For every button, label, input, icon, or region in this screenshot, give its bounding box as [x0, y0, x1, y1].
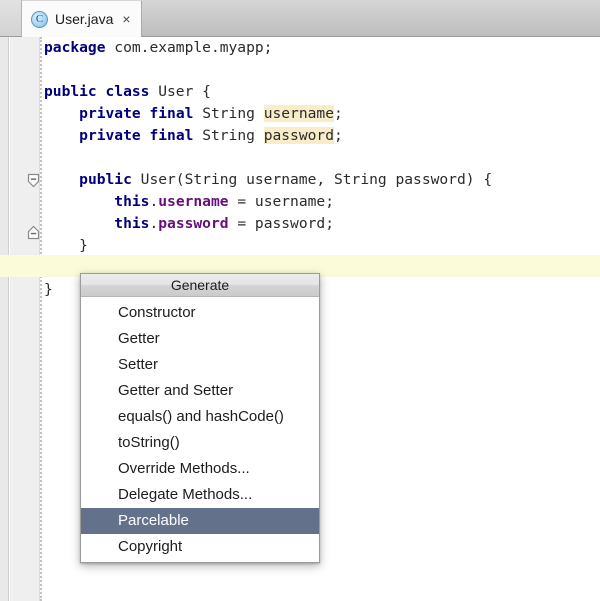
code-token-plain: ;: [334, 127, 343, 144]
generate-popup-list[interactable]: ConstructorGetterSetterGetter and Setter…: [81, 297, 319, 562]
code-line: this.password = password;: [44, 213, 600, 235]
editor-left-rail: [0, 37, 9, 601]
code-token-highlight: password: [264, 127, 334, 144]
generate-popup[interactable]: Generate ConstructorGetterSetterGetter a…: [80, 273, 320, 563]
generate-menu-item[interactable]: Copyright: [81, 534, 319, 560]
code-token-keyword: this: [114, 215, 149, 232]
generate-menu-item[interactable]: Parcelable: [81, 508, 319, 534]
code-line: private final String password;: [44, 125, 600, 147]
generate-menu-item[interactable]: Override Methods...: [81, 456, 319, 482]
generate-menu-item[interactable]: Setter: [81, 352, 319, 378]
code-token-keyword: final: [149, 127, 193, 144]
generate-menu-item[interactable]: Getter and Setter: [81, 378, 319, 404]
code-token-keyword: class: [106, 83, 150, 100]
code-token-plain: [44, 105, 79, 122]
generate-menu-item[interactable]: toString(): [81, 430, 319, 456]
java-class-icon: C: [31, 11, 48, 28]
code-token-keyword: private: [79, 127, 141, 144]
code-token-plain: }: [44, 281, 53, 298]
code-token-keyword: public: [79, 171, 132, 188]
code-token-plain: [44, 171, 79, 188]
generate-popup-title: Generate: [81, 274, 319, 297]
code-token-plain: = password;: [229, 215, 334, 232]
code-token-plain: com.example.myapp;: [106, 39, 273, 56]
code-token-highlight: username: [264, 105, 334, 122]
code-token-plain: User {: [149, 83, 211, 100]
code-token-plain: User(String username, String password) {: [132, 171, 492, 188]
code-token-plain: String: [193, 127, 263, 144]
code-line: private final String username;: [44, 103, 600, 125]
code-token-plain: [44, 215, 114, 232]
generate-menu-item[interactable]: Delegate Methods...: [81, 482, 319, 508]
code-token-plain: }: [44, 237, 88, 254]
code-token-plain: [44, 127, 79, 144]
code-token-keyword: final: [149, 105, 193, 122]
code-token-plain: ;: [334, 105, 343, 122]
code-token-keyword: package: [44, 39, 106, 56]
code-fold-guide-line: [40, 37, 42, 601]
code-line: this.username = username;: [44, 191, 600, 213]
tab-bar-left-strip: [0, 0, 22, 36]
close-icon[interactable]: ×: [122, 12, 130, 26]
code-line: [44, 147, 600, 169]
code-token-plain: .: [149, 215, 158, 232]
code-token-plain: = username;: [229, 193, 334, 210]
editor-tab-bar: C User.java ×: [0, 0, 600, 37]
code-line: }: [44, 235, 600, 257]
code-token-field: password: [158, 215, 228, 232]
generate-menu-item[interactable]: Constructor: [81, 300, 319, 326]
code-token-plain: String: [193, 105, 263, 122]
code-token-keyword: public: [44, 83, 97, 100]
editor-tab-label: User.java: [55, 11, 113, 27]
code-line: public class User {: [44, 81, 600, 103]
code-token-field: username: [158, 193, 228, 210]
generate-menu-item[interactable]: Getter: [81, 326, 319, 352]
generate-menu-item[interactable]: equals() and hashCode(): [81, 404, 319, 430]
code-token-keyword: private: [79, 105, 141, 122]
fold-collapse-end-icon[interactable]: [26, 225, 41, 240]
ide-window: C User.java × package com.example.myapp;…: [0, 0, 600, 601]
code-token-keyword: this: [114, 193, 149, 210]
editor-tab-user-java[interactable]: C User.java ×: [22, 1, 142, 37]
fold-collapse-expanded-icon[interactable]: [26, 173, 41, 188]
code-line: public User(String username, String pass…: [44, 169, 600, 191]
code-token-plain: [44, 193, 114, 210]
code-token-plain: .: [149, 193, 158, 210]
code-token-plain: [97, 83, 106, 100]
code-line: [44, 59, 600, 81]
editor-gutter[interactable]: [10, 37, 40, 601]
code-line: package com.example.myapp;: [44, 37, 600, 59]
